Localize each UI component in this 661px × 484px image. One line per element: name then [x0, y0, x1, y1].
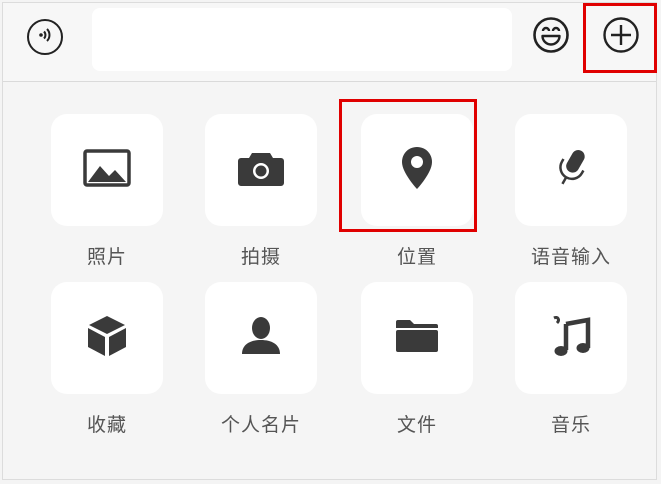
- camera-icon: [238, 149, 284, 191]
- favorites-tile[interactable]: 收藏: [51, 282, 163, 437]
- person-icon: [239, 316, 283, 360]
- tile-label: 语音输入: [530, 246, 611, 268]
- location-tile[interactable]: 位置: [361, 114, 473, 269]
- microphone-icon: [551, 146, 591, 194]
- more-actions-panel: 照片 拍摄 位置 语音输入 收藏 个人名片 文件 音乐: [3, 82, 656, 479]
- tile-label: 个人名片: [220, 414, 301, 436]
- photo-icon: [83, 149, 131, 191]
- music-tile[interactable]: 音乐: [515, 282, 627, 437]
- camera-tile[interactable]: 拍摄: [205, 114, 317, 269]
- photo-tile[interactable]: 照片: [51, 114, 163, 269]
- voice-input-tile[interactable]: 语音输入: [515, 114, 627, 269]
- music-note-icon: [550, 314, 592, 362]
- plus-circle-icon: [602, 16, 640, 58]
- voice-input-button[interactable]: [515, 114, 627, 226]
- emoji-button[interactable]: [531, 17, 571, 57]
- music-button[interactable]: [515, 282, 627, 394]
- file-button[interactable]: [361, 282, 473, 394]
- file-tile[interactable]: 文件: [361, 282, 473, 437]
- tile-label: 音乐: [550, 414, 591, 436]
- tile-label: 位置: [396, 246, 437, 268]
- folder-icon: [394, 318, 440, 358]
- voice-button[interactable]: [27, 19, 63, 55]
- location-button[interactable]: [361, 114, 473, 226]
- tile-label: 拍摄: [240, 246, 281, 268]
- voice-input-icon: [35, 25, 55, 49]
- cube-icon: [86, 314, 128, 362]
- message-input[interactable]: [92, 8, 512, 71]
- contact-card-button[interactable]: [205, 282, 317, 394]
- favorites-button[interactable]: [51, 282, 163, 394]
- chat-input-panel: 照片 拍摄 位置 语音输入 收藏 个人名片 文件 音乐: [2, 2, 657, 480]
- location-pin-icon: [400, 145, 434, 195]
- more-button[interactable]: [601, 17, 641, 57]
- camera-button[interactable]: [205, 114, 317, 226]
- tile-label: 照片: [86, 246, 127, 268]
- tile-label: 文件: [396, 414, 437, 436]
- tile-label: 收藏: [86, 414, 127, 436]
- photo-button[interactable]: [51, 114, 163, 226]
- contact-card-tile[interactable]: 个人名片: [205, 282, 317, 437]
- input-toolbar: [3, 3, 657, 82]
- smiley-icon: [532, 16, 570, 58]
